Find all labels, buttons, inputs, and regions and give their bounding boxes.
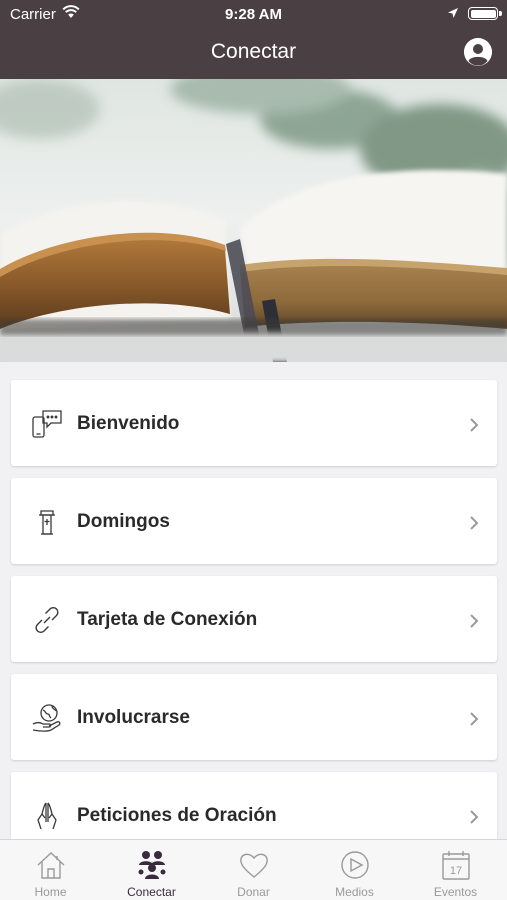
hero-image-open-bible [0, 79, 507, 362]
user-avatar-icon [464, 38, 492, 66]
tab-label: Eventos [433, 885, 478, 899]
hand-globe-icon [32, 704, 61, 732]
list-item-label: Domingos [77, 511, 170, 532]
heart-icon [239, 853, 268, 878]
status-time: 9:28 AM [225, 6, 282, 23]
tab-label: Home [34, 885, 67, 899]
connect-menu-list: Bienvenido Domingos Tarjeta de Conexión [11, 380, 497, 870]
tab-label: Donar [237, 885, 270, 899]
praying-hands-icon [37, 802, 57, 830]
tab-home[interactable]: Home [0, 840, 101, 900]
tab-bar: Home Conectar Donar Medios 17 Eventos [0, 839, 507, 900]
chevron-right-icon [470, 516, 479, 530]
welcome-phone-chat-icon [32, 410, 62, 438]
link-icon [35, 606, 59, 634]
pulpit-icon [39, 510, 55, 535]
list-item-label: Bienvenido [77, 413, 180, 434]
tab-label: Medios [335, 885, 374, 899]
tab-conectar[interactable]: Conectar [101, 840, 202, 900]
list-item-label: Tarjeta de Conexión [77, 609, 258, 630]
chevron-right-icon [470, 614, 479, 628]
profile-button[interactable] [464, 38, 492, 66]
page-title: Conectar [210, 40, 297, 63]
chevron-right-icon [470, 418, 479, 432]
calendar-icon: 17 [441, 851, 470, 880]
navigation-bar: Carrier 9:28 AM Conectar [0, 0, 507, 79]
tab-eventos[interactable]: 17 Eventos [405, 840, 506, 900]
list-item-bienvenido[interactable]: Bienvenido [11, 380, 497, 466]
status-bar: Carrier 9:28 AM [0, 0, 507, 28]
svg-text:17: 17 [449, 865, 461, 877]
open-book-illustration [0, 79, 507, 362]
battery-icon [468, 7, 502, 20]
list-item-domingos[interactable]: Domingos [11, 478, 497, 564]
chevron-right-icon [470, 810, 479, 824]
list-item-label: Involucrarse [77, 707, 190, 728]
people-icon [138, 851, 165, 879]
play-icon [340, 851, 369, 879]
list-item-tarjeta-de-conexion[interactable]: Tarjeta de Conexión [11, 576, 497, 662]
chevron-right-icon [470, 712, 479, 726]
list-item-involucrarse[interactable]: Involucrarse [11, 674, 497, 760]
tab-medios[interactable]: Medios [304, 840, 405, 900]
location-arrow-icon [448, 8, 458, 18]
list-item-label: Peticiones de Oración [77, 805, 277, 826]
home-icon [37, 852, 64, 879]
tab-label: Conectar [127, 885, 176, 899]
tab-donar[interactable]: Donar [203, 840, 304, 900]
